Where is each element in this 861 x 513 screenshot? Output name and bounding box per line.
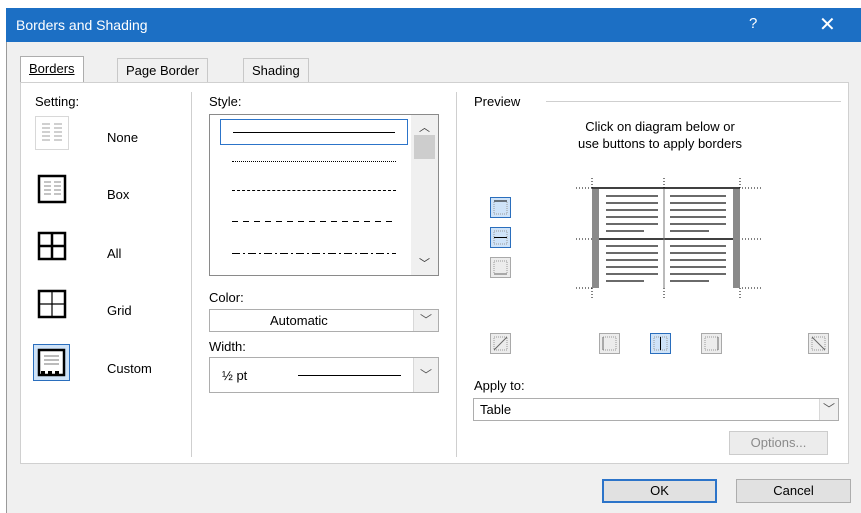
setting-custom-label[interactable]: Custom [107, 361, 152, 376]
preview-label: Preview [474, 94, 521, 109]
chevron-down-icon[interactable]: ﹀ [413, 358, 438, 392]
setting-none-label[interactable]: None [107, 130, 138, 145]
preview-instructions: Click on diagram below or use buttons to… [500, 118, 820, 152]
tab-page-border[interactable]: Page Border [117, 58, 208, 82]
setting-none-button[interactable] [35, 116, 69, 150]
style-scrollbar[interactable]: ︿ ﹀ [411, 115, 438, 275]
width-dropdown[interactable]: ½ pt ﹀ [209, 357, 439, 393]
help-icon[interactable]: ? [749, 15, 757, 32]
setting-box-button[interactable] [35, 172, 69, 206]
preview-instructions-line1: Click on diagram below or [585, 119, 735, 134]
setting-grid-button[interactable] [35, 287, 69, 321]
style-option-dashed[interactable] [220, 209, 408, 235]
close-icon[interactable]: ✕ [819, 12, 836, 37]
setting-label: Setting: [35, 94, 80, 109]
color-value: Automatic [270, 313, 328, 328]
border-inside-vertical-icon [653, 336, 668, 351]
top-strip [0, 0, 861, 8]
diagonal-up-border-button[interactable] [808, 333, 829, 354]
tab-shading-label: Shading [252, 63, 300, 78]
tab-borders[interactable]: Borders [20, 56, 84, 83]
diagonal-down-border-button[interactable] [490, 333, 511, 354]
chevron-down-icon[interactable]: ﹀ [413, 310, 438, 331]
title-bar: Borders and Shading ? ✕ [6, 8, 861, 42]
scroll-up-icon[interactable]: ︿ [419, 119, 430, 135]
scroll-thumb[interactable] [414, 135, 435, 159]
setting-custom-button[interactable] [33, 344, 70, 381]
style-option-dashed-small[interactable] [220, 178, 408, 204]
cancel-button[interactable]: Cancel [736, 479, 851, 503]
options-button[interactable]: Options... [729, 431, 828, 455]
column-divider-left [191, 92, 192, 457]
chevron-down-icon[interactable]: ﹀ [819, 399, 838, 420]
style-label: Style: [209, 94, 242, 109]
tab-page-border-label: Page Border [126, 63, 199, 78]
apply-to-dropdown[interactable]: Table ﹀ [473, 398, 839, 421]
color-label: Color: [209, 290, 244, 305]
color-dropdown[interactable]: Automatic ﹀ [209, 309, 439, 332]
right-border-button[interactable] [701, 333, 722, 354]
border-diagonal-up-icon [493, 336, 508, 351]
border-left-icon [602, 336, 617, 351]
tab-shading[interactable]: Shading [243, 58, 309, 82]
scroll-down-icon[interactable]: ﹀ [419, 255, 430, 271]
setting-box-icon [37, 174, 67, 204]
setting-all-icon [37, 231, 67, 261]
setting-all-label[interactable]: All [107, 246, 121, 261]
top-border-button[interactable] [490, 197, 511, 218]
left-border-button[interactable] [599, 333, 620, 354]
apply-to-value: Table [480, 402, 512, 417]
border-bottom-icon [493, 260, 508, 275]
border-diagonal-down-icon [811, 336, 826, 351]
inside-vertical-border-button[interactable] [650, 333, 671, 354]
window-title: Borders and Shading [16, 17, 148, 33]
column-divider-right [456, 92, 457, 457]
border-top-icon [493, 200, 508, 215]
preview-diagram[interactable] [574, 176, 764, 302]
border-right-icon [704, 336, 719, 351]
bottom-border-button[interactable] [490, 257, 511, 278]
preview-instructions-line2: use buttons to apply borders [577, 136, 743, 151]
width-value: ½ pt [222, 368, 248, 383]
setting-all-button[interactable] [35, 229, 69, 263]
style-option-dash-dot[interactable] [220, 241, 408, 267]
ok-button[interactable]: OK [602, 479, 717, 503]
setting-box-label[interactable]: Box [107, 187, 129, 202]
style-listbox[interactable] [209, 114, 439, 276]
border-inside-horizontal-icon [493, 230, 508, 245]
setting-none-icon [42, 123, 62, 141]
width-line-sample [298, 375, 401, 376]
style-option-dotted[interactable] [220, 149, 408, 175]
setting-grid-icon [37, 289, 67, 319]
style-option-solid[interactable] [220, 119, 408, 145]
setting-custom-icon [37, 348, 66, 377]
inside-horizontal-border-button[interactable] [490, 227, 511, 248]
tab-borders-label: Borders [29, 61, 75, 76]
width-label: Width: [209, 339, 246, 354]
preview-divider [546, 101, 841, 102]
apply-to-label: Apply to: [474, 378, 525, 393]
setting-grid-label[interactable]: Grid [107, 303, 132, 318]
